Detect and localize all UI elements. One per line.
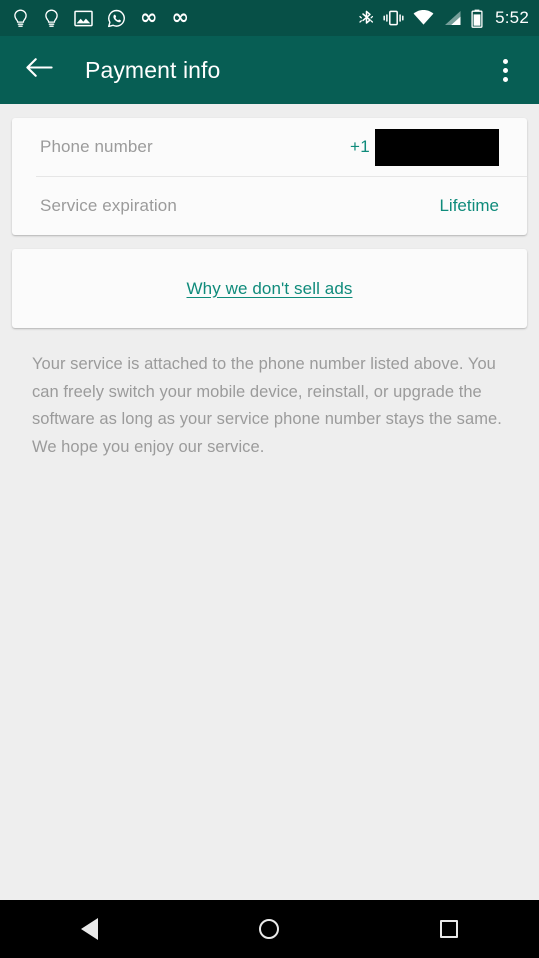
service-expiration-value: Lifetime — [439, 196, 499, 216]
image-screenshot-icon — [74, 10, 93, 27]
infinity-icon: ∞ — [140, 4, 158, 29]
status-bar-clock: 5:52 — [495, 8, 529, 27]
page-title: Payment info — [85, 56, 221, 83]
back-button[interactable] — [22, 53, 56, 87]
nav-back-button[interactable] — [55, 900, 125, 958]
why-we-dont-sell-ads-link[interactable]: Why we don't sell ads — [187, 279, 353, 299]
lightbulb-idea-icon-2 — [43, 9, 60, 28]
status-bar-system-icons: 5:52 — [359, 8, 529, 28]
phone-number-value: +1 — [350, 128, 499, 166]
overflow-menu-icon-dot-3 — [502, 76, 508, 82]
whatsapp-icon — [107, 9, 126, 28]
bluetooth-icon — [359, 9, 374, 28]
status-bar: ∞ ∞ 5:52 — [0, 0, 539, 36]
payment-info-card: Phone number +1 Service expiration Lifet… — [12, 118, 527, 235]
nav-home-circle-icon — [259, 919, 280, 939]
back-arrow-icon — [25, 57, 53, 83]
service-description-text: Your service is attached to the phone nu… — [32, 355, 502, 456]
redacted-phone-number — [375, 128, 499, 166]
overflow-menu-icon-dot-2 — [502, 67, 508, 73]
phone-screen: ∞ ∞ 5:52 Payment info Phone number +1 Se… — [0, 0, 539, 958]
content-area: Phone number +1 Service expiration Lifet… — [0, 104, 539, 900]
nav-recents-button[interactable] — [414, 900, 484, 958]
phone-number-label: Phone number — [40, 137, 153, 156]
nav-recents-square-icon — [440, 920, 459, 938]
nav-back-triangle-icon — [81, 918, 99, 940]
overflow-menu-icon-dot-1 — [502, 58, 508, 64]
nav-home-button[interactable] — [234, 900, 304, 958]
cellular-signal-icon — [443, 10, 462, 26]
country-code-label: +1 — [350, 137, 370, 156]
service-expiration-row[interactable]: Service expiration Lifetime — [12, 177, 527, 235]
status-bar-notification-icons: ∞ ∞ — [12, 4, 190, 29]
service-expiration-text: Lifetime — [439, 196, 499, 215]
overflow-menu-button[interactable] — [485, 48, 525, 92]
app-toolbar: Payment info — [0, 36, 539, 104]
wifi-icon — [413, 10, 434, 26]
why-we-dont-sell-ads-card[interactable]: Why we don't sell ads — [12, 249, 527, 328]
service-expiration-label: Service expiration — [40, 196, 177, 215]
battery-icon — [471, 9, 483, 28]
infinity-icon-2: ∞ — [171, 4, 190, 29]
lightbulb-idea-icon — [12, 9, 29, 28]
vibrate-mode-icon — [383, 9, 404, 27]
phone-number-row[interactable]: Phone number +1 — [12, 118, 527, 176]
android-navigation-bar — [0, 900, 539, 958]
